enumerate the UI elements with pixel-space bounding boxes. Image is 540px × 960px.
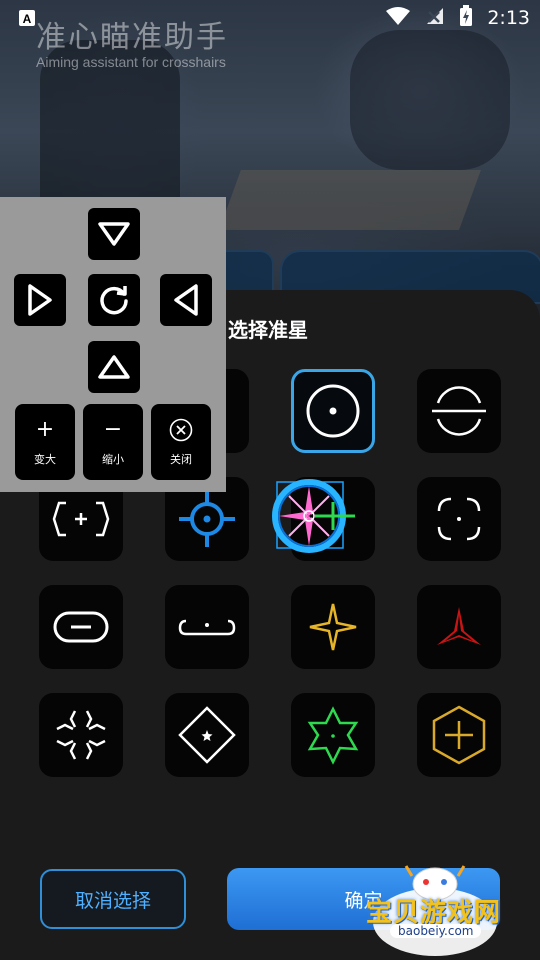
neon-scope-crosshair-icon bbox=[272, 479, 355, 553]
status-bar: A 2:13 bbox=[0, 0, 540, 36]
app-a-icon: A bbox=[18, 9, 36, 27]
crosshair-tile-pill-minus[interactable] bbox=[39, 585, 123, 669]
crosshair-tile-green-hexagram[interactable] bbox=[291, 693, 375, 777]
crosshair-tile-split-circle[interactable] bbox=[417, 369, 501, 453]
plus-icon: + bbox=[35, 417, 55, 442]
minus-icon: − bbox=[103, 417, 123, 442]
crosshair-tile-burst[interactable] bbox=[39, 693, 123, 777]
wifi-icon bbox=[385, 6, 411, 30]
crosshair-tile-diamond-star[interactable] bbox=[165, 693, 249, 777]
crosshair-tile-gold-star[interactable] bbox=[291, 585, 375, 669]
reset-button[interactable] bbox=[88, 274, 140, 326]
no-signal-icon bbox=[425, 6, 445, 30]
move-left-button[interactable] bbox=[160, 274, 212, 326]
hex-bracket-plus-icon bbox=[52, 501, 110, 537]
close-circle-icon bbox=[169, 417, 193, 443]
move-up-button[interactable] bbox=[88, 208, 140, 260]
status-time: 2:13 bbox=[487, 7, 530, 29]
bracket-dot-crosshair-icon bbox=[178, 619, 236, 636]
gold-star-crosshair-icon bbox=[309, 603, 357, 651]
blue-scope-crosshair-icon bbox=[179, 491, 235, 547]
banner-soldier-right bbox=[350, 30, 510, 170]
zoom-out-button[interactable]: − 缩小 bbox=[83, 404, 143, 480]
move-down-button[interactable] bbox=[88, 341, 140, 393]
close-label: 关闭 bbox=[170, 453, 192, 466]
red-tri-crosshair-icon bbox=[437, 607, 481, 645]
section-title: 选择准星 bbox=[228, 318, 308, 342]
zoom-in-label: 变大 bbox=[34, 453, 56, 466]
pill-minus-crosshair-icon bbox=[53, 611, 109, 643]
refresh-icon bbox=[100, 286, 128, 315]
split-circle-crosshair-icon bbox=[432, 386, 486, 436]
cancel-selection-button[interactable]: 取消选择 bbox=[40, 869, 186, 929]
play-left-icon bbox=[174, 284, 198, 316]
crosshair-tile-neon-scope[interactable] bbox=[272, 477, 375, 561]
battery-charging-icon bbox=[459, 5, 473, 31]
corner-box-crosshair-icon bbox=[437, 497, 481, 541]
crosshair-tile-bracket-dot[interactable] bbox=[165, 585, 249, 669]
gold-hex-plus-crosshair-icon bbox=[432, 705, 486, 765]
svg-text:A: A bbox=[23, 12, 32, 26]
move-right-button[interactable] bbox=[14, 274, 66, 326]
triangle-down-icon bbox=[98, 222, 130, 246]
play-right-icon bbox=[28, 284, 52, 316]
circle-dot-crosshair-icon bbox=[306, 384, 360, 438]
crosshair-tile-circle-dot[interactable] bbox=[291, 369, 375, 453]
zoom-in-button[interactable]: + 变大 bbox=[15, 404, 75, 480]
crosshair-tile-gold-hex-plus[interactable] bbox=[417, 693, 501, 777]
crosshair-tile-red-tri[interactable] bbox=[417, 585, 501, 669]
position-controls: + 变大 − 缩小 关闭 bbox=[0, 197, 226, 492]
crosshair-tile-corner-box[interactable] bbox=[417, 477, 501, 561]
close-controls-button[interactable]: 关闭 bbox=[151, 404, 211, 480]
zoom-out-label: 缩小 bbox=[102, 453, 124, 466]
triangle-up-icon bbox=[98, 355, 130, 379]
diamond-star-crosshair-icon bbox=[178, 706, 236, 764]
banner-floor bbox=[219, 170, 481, 230]
burst-crosshair-icon bbox=[56, 710, 106, 760]
site-watermark: 宝贝游戏网 baobeiy.com bbox=[360, 862, 510, 960]
watermark-url: baobeiy.com bbox=[390, 924, 482, 938]
app-subtitle: Aiming assistant for crosshairs bbox=[36, 54, 226, 70]
green-hexagram-crosshair-icon bbox=[307, 706, 359, 765]
